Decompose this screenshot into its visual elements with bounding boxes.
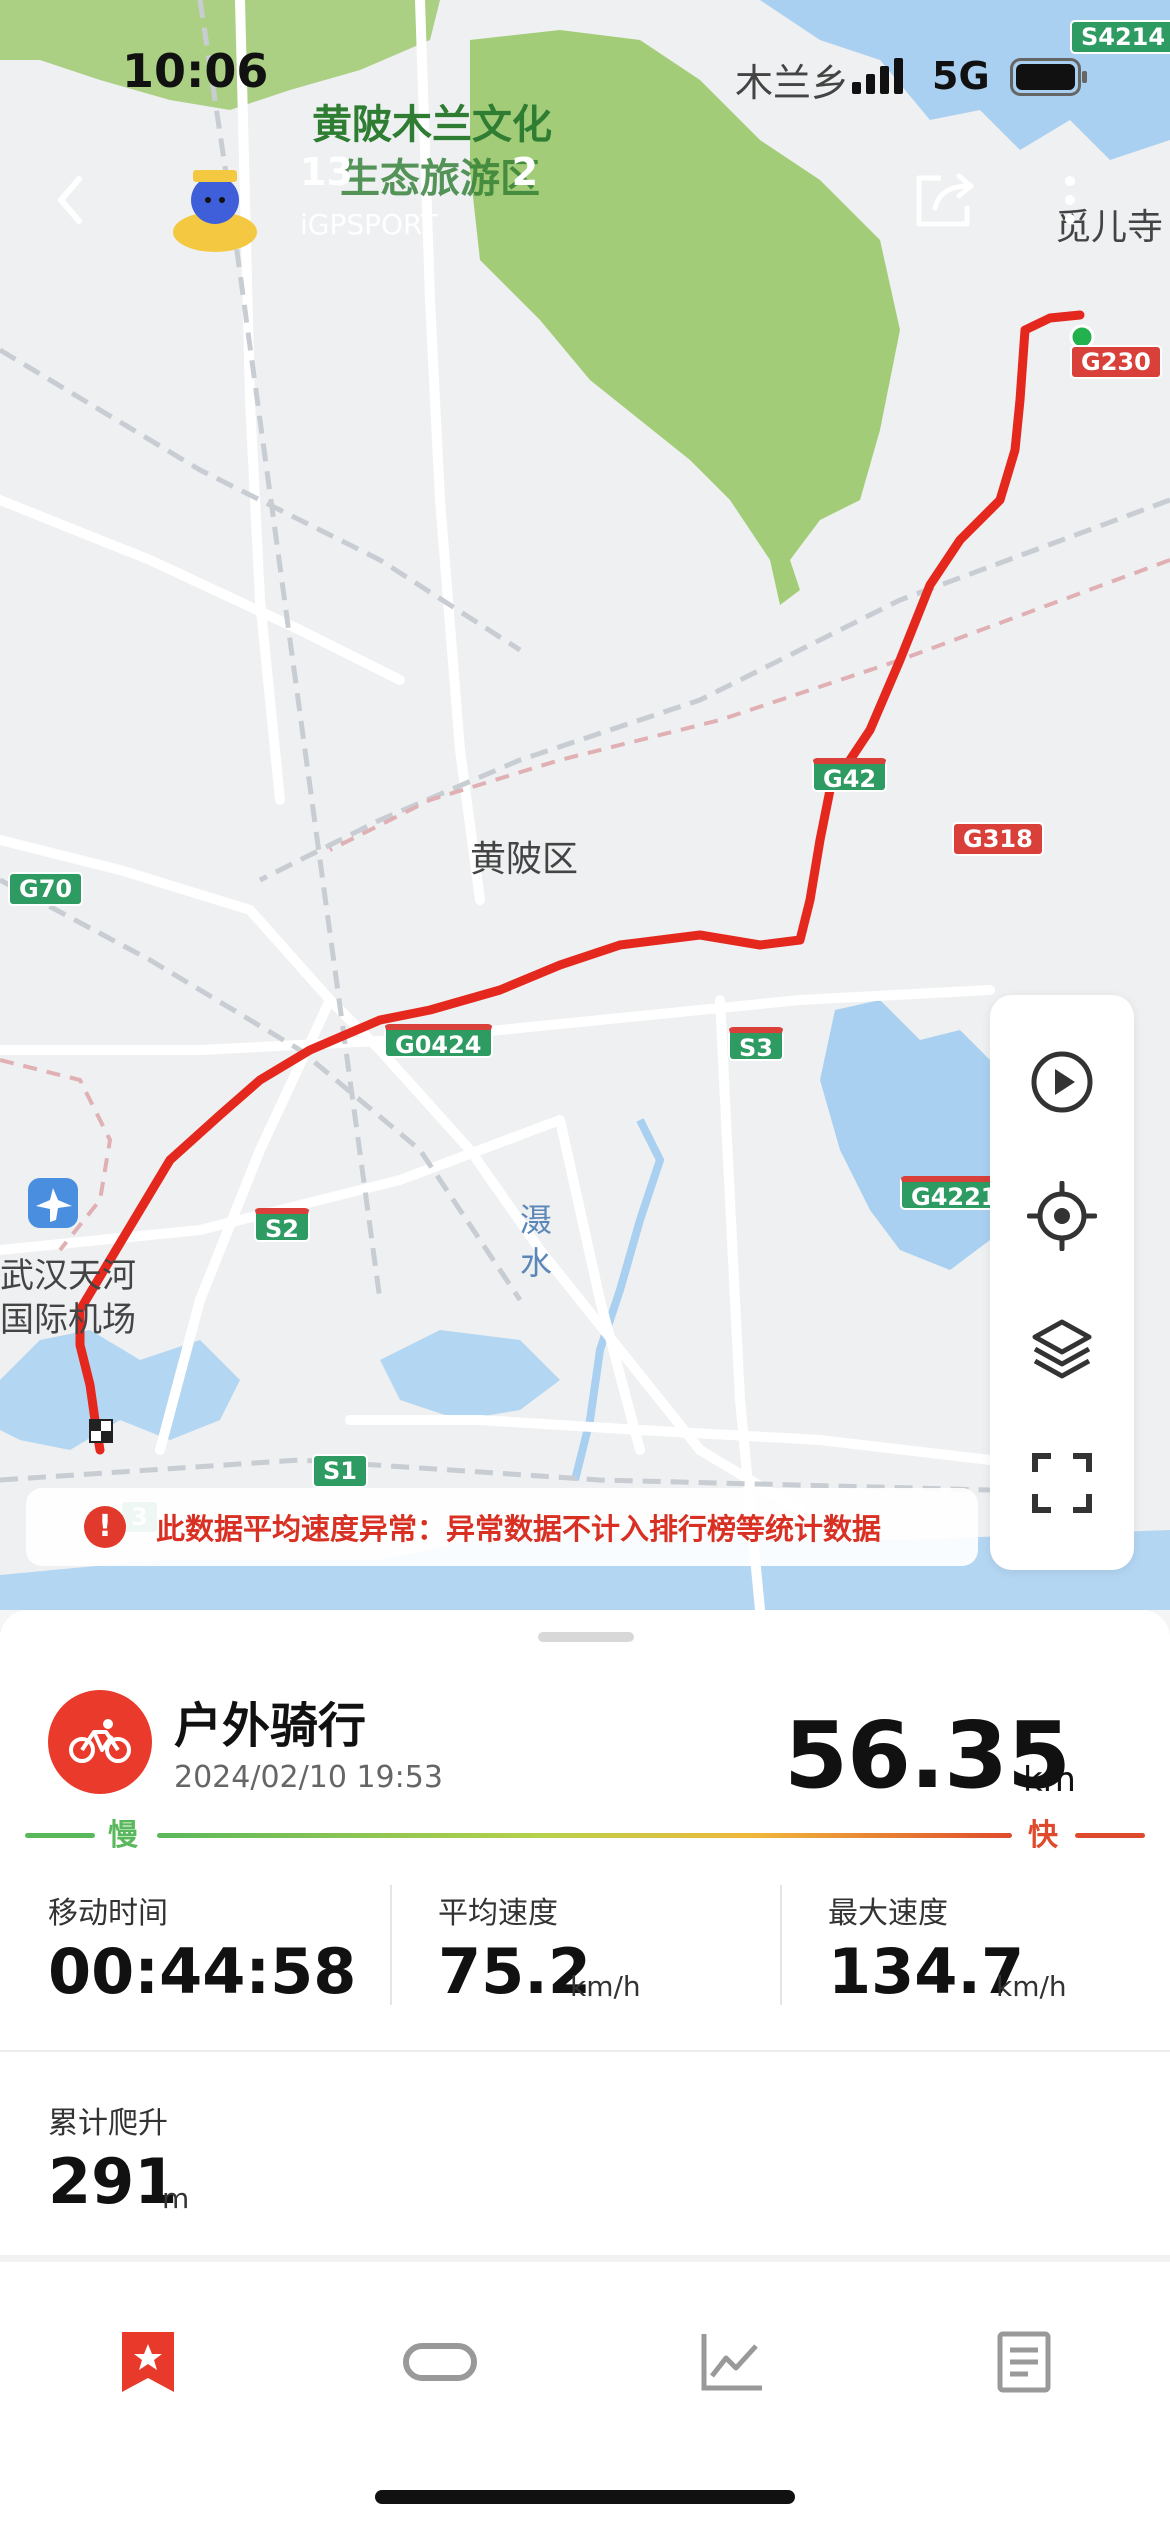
speed-warning-banner: ! 此数据平均速度异常：异常数据不计入排行榜等统计数据 xyxy=(26,1488,978,1566)
climb-value: 291 xyxy=(48,2145,178,2218)
back-button[interactable] xyxy=(40,160,100,240)
avg-speed-unit: km/h xyxy=(570,1970,641,2003)
fullscreen-icon xyxy=(1032,1453,1092,1514)
activity-type: 户外骑行 xyxy=(174,1698,367,1754)
device-icon xyxy=(403,2343,477,2381)
map-controls xyxy=(990,995,1134,1570)
chevron-left-icon xyxy=(58,176,82,224)
road-shield-g318: G318 xyxy=(952,822,1044,856)
park-label-1: 黄陂木兰文化 xyxy=(312,102,552,148)
tab-device[interactable] xyxy=(400,2322,480,2402)
moving-time-value: 00:44:58 xyxy=(48,1935,357,2008)
route-map[interactable]: 黄陂区 滠 水 武汉天河 国际机场 觅儿寺 S4214 G230 G42 G31… xyxy=(0,0,1170,1610)
speed-gradient-bar xyxy=(157,1833,1012,1838)
max-speed-label: 最大速度 xyxy=(828,1896,948,1931)
max-speed-unit: km/h xyxy=(996,1970,1067,2003)
warning-icon: ! xyxy=(84,1506,126,1548)
share-icon xyxy=(916,173,974,227)
road-shield-s4214: S4214 xyxy=(1070,20,1170,54)
road-shield-s3: S3 xyxy=(728,1027,784,1062)
avg-speed-label: 平均速度 xyxy=(438,1896,558,1931)
ride-detail-screen: 黄陂区 滠 水 武汉天河 国际机场 觅儿寺 S4214 G230 G42 G31… xyxy=(0,0,1170,2532)
drag-handle[interactable] xyxy=(538,1632,634,1642)
district-label: 黄陂区 xyxy=(470,839,579,880)
river-label-2: 水 xyxy=(520,1244,553,1282)
road-shield-g0424: G0424 xyxy=(384,1024,493,1059)
tab-summary[interactable] xyxy=(108,2322,188,2402)
status-time: 10:06 xyxy=(122,44,269,98)
signal-icon xyxy=(852,58,903,94)
road-shield-g230: G230 xyxy=(1070,345,1162,379)
more-vertical-icon xyxy=(1065,176,1075,224)
status-network: 5G xyxy=(932,54,990,98)
layers-button[interactable] xyxy=(1027,1314,1097,1384)
play-button[interactable] xyxy=(1027,1047,1097,1117)
tab-details[interactable] xyxy=(984,2322,1064,2402)
activity-datetime: 2024/02/10 19:53 xyxy=(174,1760,443,1795)
home-indicator[interactable] xyxy=(375,2490,795,2504)
warning-text: 此数据平均速度异常：异常数据不计入排行榜等统计数据 xyxy=(156,1512,882,1546)
road-shield-s2: S2 xyxy=(254,1208,310,1243)
climb-label: 累计爬升 xyxy=(48,2106,168,2141)
status-carrier: 木兰乡 xyxy=(735,61,850,105)
layers-icon xyxy=(1032,1319,1092,1379)
finish-flag xyxy=(89,1419,113,1443)
app-name-label: iGPSPORT xyxy=(300,208,438,241)
moving-time-label: 移动时间 xyxy=(48,1896,168,1931)
fast-label: 快 xyxy=(1028,1818,1058,1853)
slow-bar xyxy=(25,1833,95,1838)
play-icon xyxy=(1031,1051,1093,1113)
avg-speed-value: 75.2 xyxy=(438,1935,591,2008)
bike-icon xyxy=(69,1719,131,1763)
activity-type-badge xyxy=(48,1690,152,1794)
airport-icon xyxy=(28,1178,78,1228)
locate-icon xyxy=(1027,1180,1097,1251)
user-id: 13 2 xyxy=(300,150,539,194)
slow-label: 慢 xyxy=(108,1818,138,1853)
row-divider xyxy=(0,2050,1170,2052)
river-label-1: 滠 xyxy=(520,1201,553,1239)
chart-icon xyxy=(701,2334,762,2391)
distance-unit: km xyxy=(1023,1760,1076,1800)
metric-divider xyxy=(390,1885,392,2005)
metric-divider xyxy=(780,1885,782,2005)
tab-charts[interactable] xyxy=(692,2322,772,2402)
avatar[interactable] xyxy=(168,160,262,254)
climb-unit: m xyxy=(162,2182,190,2215)
airport-label-2: 国际机场 xyxy=(0,1300,136,1340)
fullscreen-button[interactable] xyxy=(1027,1448,1097,1518)
bookmark-star-icon xyxy=(122,2332,174,2392)
road-shield-g42: G42 xyxy=(812,758,888,793)
fast-bar xyxy=(1075,1833,1145,1838)
airport-label-1: 武汉天河 xyxy=(0,1256,136,1296)
share-button[interactable] xyxy=(905,160,985,240)
road-shield-g70: G70 xyxy=(8,872,84,906)
battery-icon xyxy=(1010,58,1087,96)
road-shield-s1: S1 xyxy=(312,1454,368,1488)
max-speed-value: 134.7 xyxy=(828,1935,1025,2008)
document-icon xyxy=(997,2331,1051,2393)
locate-button[interactable] xyxy=(1027,1180,1097,1251)
more-button[interactable] xyxy=(1050,160,1090,240)
